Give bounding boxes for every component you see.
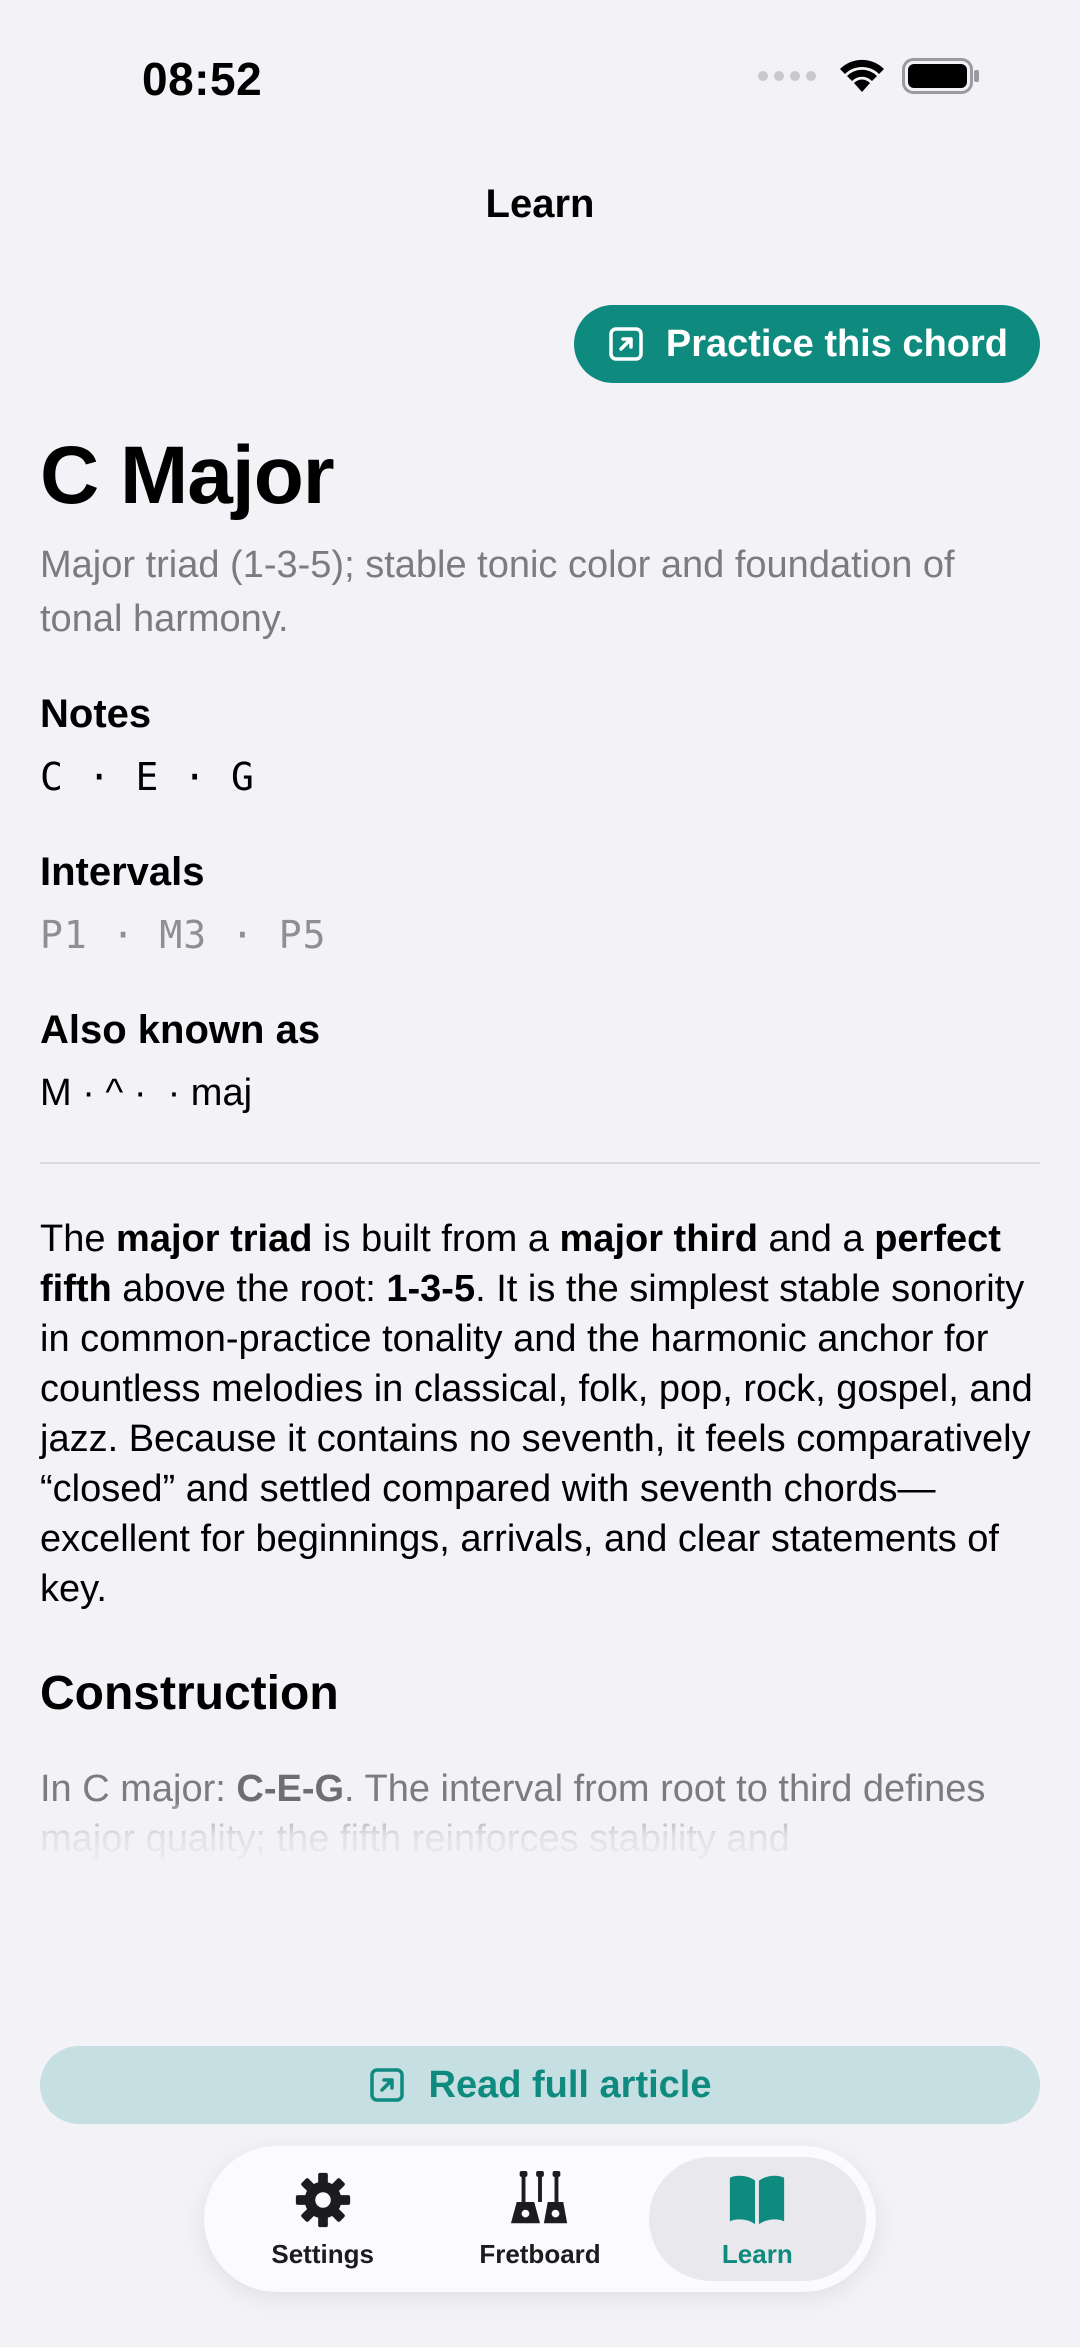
- tab-learn[interactable]: Learn: [648, 2157, 866, 2281]
- learn-screen: 08:52 Learn Practice this chord C Major …: [0, 0, 1080, 2347]
- tab-fretboard[interactable]: Fretboard: [431, 2157, 648, 2281]
- open-external-icon: [609, 327, 643, 361]
- article-text: . It is the simplest stable sonority in …: [40, 1268, 1033, 1610]
- battery-icon: [902, 58, 979, 94]
- article-bold: major third: [559, 1218, 758, 1260]
- chord-description: Major triad (1-3-5); stable tonic color …: [40, 544, 955, 640]
- tab-learn-label: Learn: [721, 2238, 793, 2269]
- aka-value: M · ^ · · maj: [40, 1072, 253, 1114]
- article-text: The: [40, 1218, 117, 1260]
- status-time: 08:52: [142, 53, 263, 105]
- cellular-signal-icon: [758, 71, 816, 81]
- chord-name: C Major: [40, 430, 335, 521]
- open-external-icon: [369, 2068, 404, 2102]
- article-text: is built from a: [312, 1218, 560, 1260]
- notes-label: Notes: [40, 692, 152, 736]
- tab-settings-label: Settings: [271, 2238, 374, 2269]
- wifi-icon: [840, 59, 884, 92]
- article-bold: major triad: [116, 1218, 313, 1260]
- gear-icon: [295, 2172, 350, 2227]
- practice-chord-label: Practice this chord: [665, 322, 1008, 365]
- construction-preview: In C major: C-E-G. The interval from roo…: [40, 1764, 1040, 1874]
- tab-fretboard-label: Fretboard: [479, 2238, 601, 2269]
- practice-chord-button[interactable]: Practice this chord: [573, 305, 1040, 383]
- intervals-value: P1 · M3 · P5: [40, 913, 327, 957]
- divider: [40, 1162, 1040, 1164]
- notes-value: C · E · G: [40, 755, 255, 799]
- read-full-article-label: Read full article: [428, 2063, 712, 2106]
- book-icon: [730, 2175, 785, 2224]
- guitars-icon: [510, 2170, 568, 2223]
- article-bold: 1-3-5: [386, 1268, 476, 1310]
- construction-heading: Construction: [40, 1667, 339, 1720]
- article-text: above the root:: [111, 1268, 387, 1310]
- status-icons: [758, 58, 980, 94]
- chord-content: C Major Major triad (1-3-5); stable toni…: [40, 430, 1040, 1874]
- intervals-label: Intervals: [40, 850, 205, 894]
- article-paragraph: The major triad is built from a major th…: [40, 1214, 1040, 1614]
- tab-settings[interactable]: Settings: [214, 2157, 431, 2281]
- read-full-article-button[interactable]: Read full article: [40, 2046, 1040, 2124]
- tab-bar: Settings Fretboard Learn: [204, 2146, 876, 2292]
- page-title: Learn: [485, 182, 595, 226]
- article-text: and a: [757, 1218, 875, 1260]
- fade-overlay: [40, 1804, 1040, 1874]
- aka-label: Also known as: [40, 1008, 321, 1052]
